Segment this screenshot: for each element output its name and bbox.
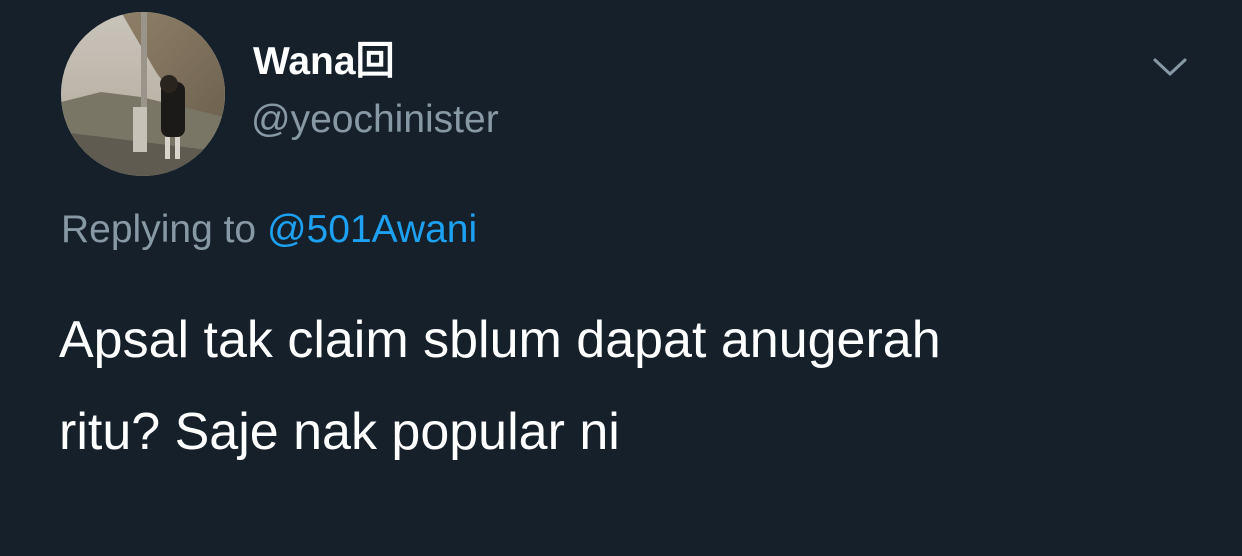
chevron-down-icon[interactable] bbox=[1152, 54, 1188, 80]
avatar[interactable] bbox=[61, 12, 225, 176]
tweet-text-line-1: Apsal tak claim sblum dapat anugerah bbox=[59, 311, 941, 369]
tweet-card: Wana回 @yeochinister Replying to @501Awan… bbox=[0, 0, 1242, 556]
avatar-photo bbox=[61, 12, 225, 176]
reply-target-link[interactable]: @501Awani bbox=[267, 208, 477, 251]
replying-to-line: Replying to @501Awani bbox=[61, 204, 477, 256]
tweet-text-line-2: ritu? Saje nak popular ni bbox=[59, 403, 620, 461]
display-name[interactable]: Wana回 bbox=[253, 38, 395, 86]
tweet-text: Apsal tak claim sblum dapat anugerah rit… bbox=[59, 294, 1189, 478]
replying-to-label: Replying to bbox=[61, 208, 257, 251]
user-handle[interactable]: @yeochinister bbox=[251, 96, 499, 144]
